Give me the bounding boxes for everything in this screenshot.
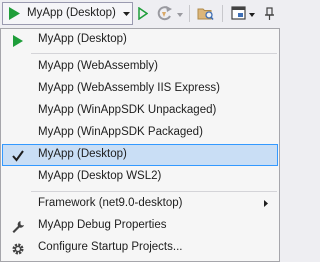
menu-item-profile-desktop-wsl2[interactable]: MyApp (Desktop WSL2) <box>2 166 278 188</box>
menu-separator <box>31 53 277 54</box>
menu-item-label: MyApp Debug Properties <box>38 219 167 231</box>
menu-item-label: MyApp (WebAssembly) <box>38 60 158 72</box>
menu-item-label: MyApp (WinAppSDK Unpackaged) <box>38 104 217 116</box>
play-icon <box>13 35 23 47</box>
menu-item-profile-winappsdk-packaged[interactable]: MyApp (WinAppSDK Packaged) <box>2 122 278 144</box>
menu-item-label: MyApp (WebAssembly IIS Express) <box>38 82 220 94</box>
chevron-down-icon[interactable] <box>123 12 130 16</box>
menu-item-label: MyApp (WinAppSDK Packaged) <box>38 126 203 138</box>
menu-item-configure-startup[interactable]: Configure Startup Projects... <box>2 237 278 259</box>
checkmark-icon <box>12 150 24 162</box>
menu-item-label: MyApp (Desktop WSL2) <box>38 170 162 182</box>
gear-icon <box>12 243 24 255</box>
menu-item-label: Configure Startup Projects... <box>38 241 183 253</box>
menu-separator <box>31 191 277 192</box>
debug-target-menu: MyApp (Desktop) MyApp (WebAssembly) MyAp… <box>0 28 280 262</box>
play-icon <box>9 7 20 20</box>
menu-item-profile-desktop[interactable]: MyApp (Desktop) <box>2 144 278 166</box>
toolbar: MyApp (Desktop) <box>0 0 281 28</box>
pin-icon[interactable] <box>263 7 276 21</box>
menu-item-framework[interactable]: Framework (net9.0-desktop) <box>2 193 278 215</box>
menu-item-profile-webassembly[interactable]: MyApp (WebAssembly) <box>2 56 278 78</box>
menu-item-profile-winappsdk-unpackaged[interactable]: MyApp (WinAppSDK Unpackaged) <box>2 100 278 122</box>
menu-item-profile-webassembly-iis[interactable]: MyApp (WebAssembly IIS Express) <box>2 78 278 100</box>
start-without-debugging-icon[interactable] <box>138 7 148 20</box>
menu-item-label: MyApp (Desktop) <box>38 148 127 160</box>
browse-folder-icon[interactable] <box>197 6 214 21</box>
hot-reload-icon[interactable] <box>157 6 173 21</box>
chevron-down-icon[interactable] <box>177 13 183 17</box>
menu-item-debug-properties[interactable]: MyApp Debug Properties <box>2 215 278 237</box>
toolbar-divider <box>222 5 223 22</box>
window-layout-icon[interactable] <box>231 6 246 21</box>
toolbar-divider <box>189 5 190 22</box>
start-debugging-button[interactable]: MyApp (Desktop) <box>2 2 133 25</box>
menu-item-label: MyApp (Desktop) <box>38 33 127 45</box>
chevron-right-icon <box>264 200 268 207</box>
run-target-label: MyApp (Desktop) <box>27 7 116 19</box>
wrench-icon <box>12 221 24 233</box>
menu-item-start-profile[interactable]: MyApp (Desktop) <box>2 29 278 51</box>
menu-item-label: Framework (net9.0-desktop) <box>38 197 183 209</box>
chevron-down-icon[interactable] <box>249 13 255 17</box>
